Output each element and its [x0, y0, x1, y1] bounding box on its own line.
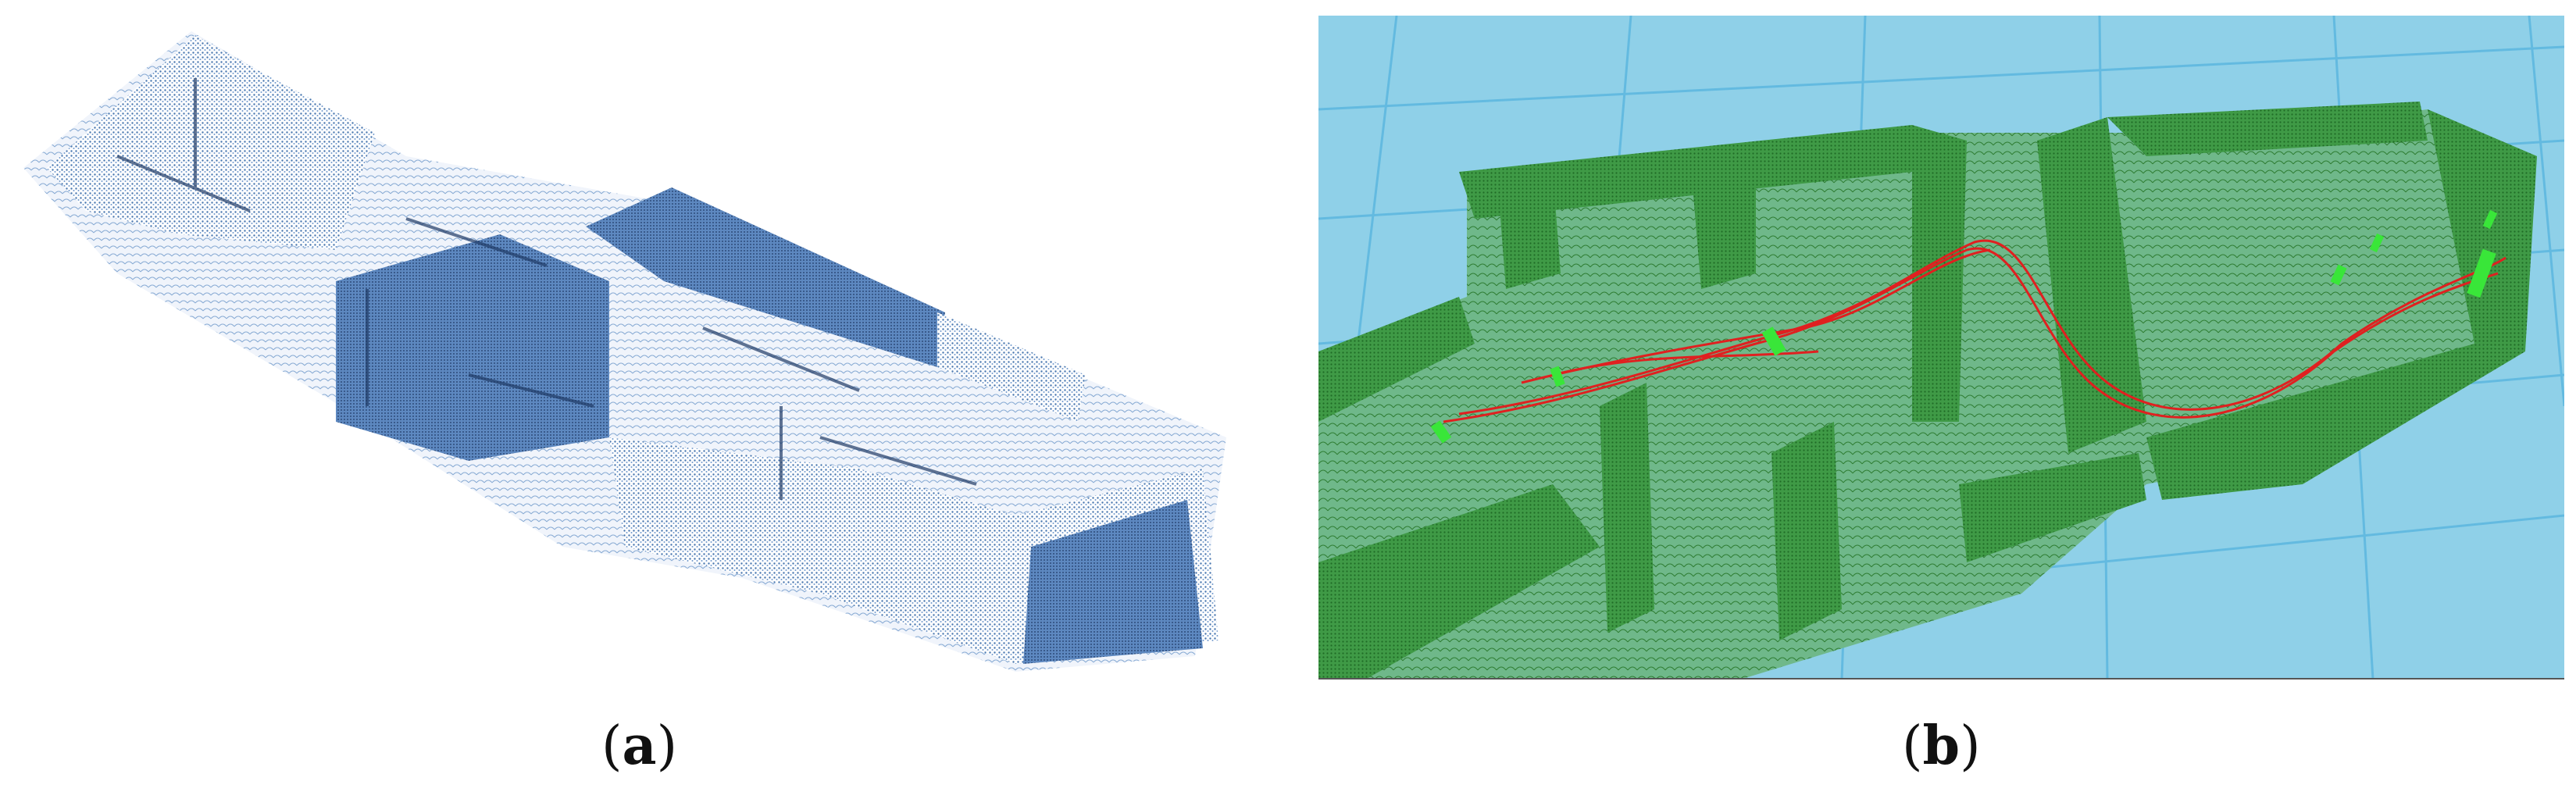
caption-a-letter: a [622, 715, 657, 777]
caption-a-open-paren: ( [601, 715, 623, 777]
point-cloud-panel-a [0, 0, 1297, 687]
point-cloud-panel-b [1318, 16, 2564, 680]
caption-b: (b) [1902, 715, 1981, 777]
caption-b-open-paren: ( [1902, 715, 1923, 777]
caption-a-close-paren: ) [656, 715, 678, 777]
caption-a: (a) [601, 715, 677, 777]
caption-b-letter: b [1922, 715, 1961, 777]
blue-point-cloud-image [23, 31, 1226, 672]
green-point-cloud-image [1318, 16, 2564, 680]
caption-b-close-paren: ) [1960, 715, 1981, 777]
